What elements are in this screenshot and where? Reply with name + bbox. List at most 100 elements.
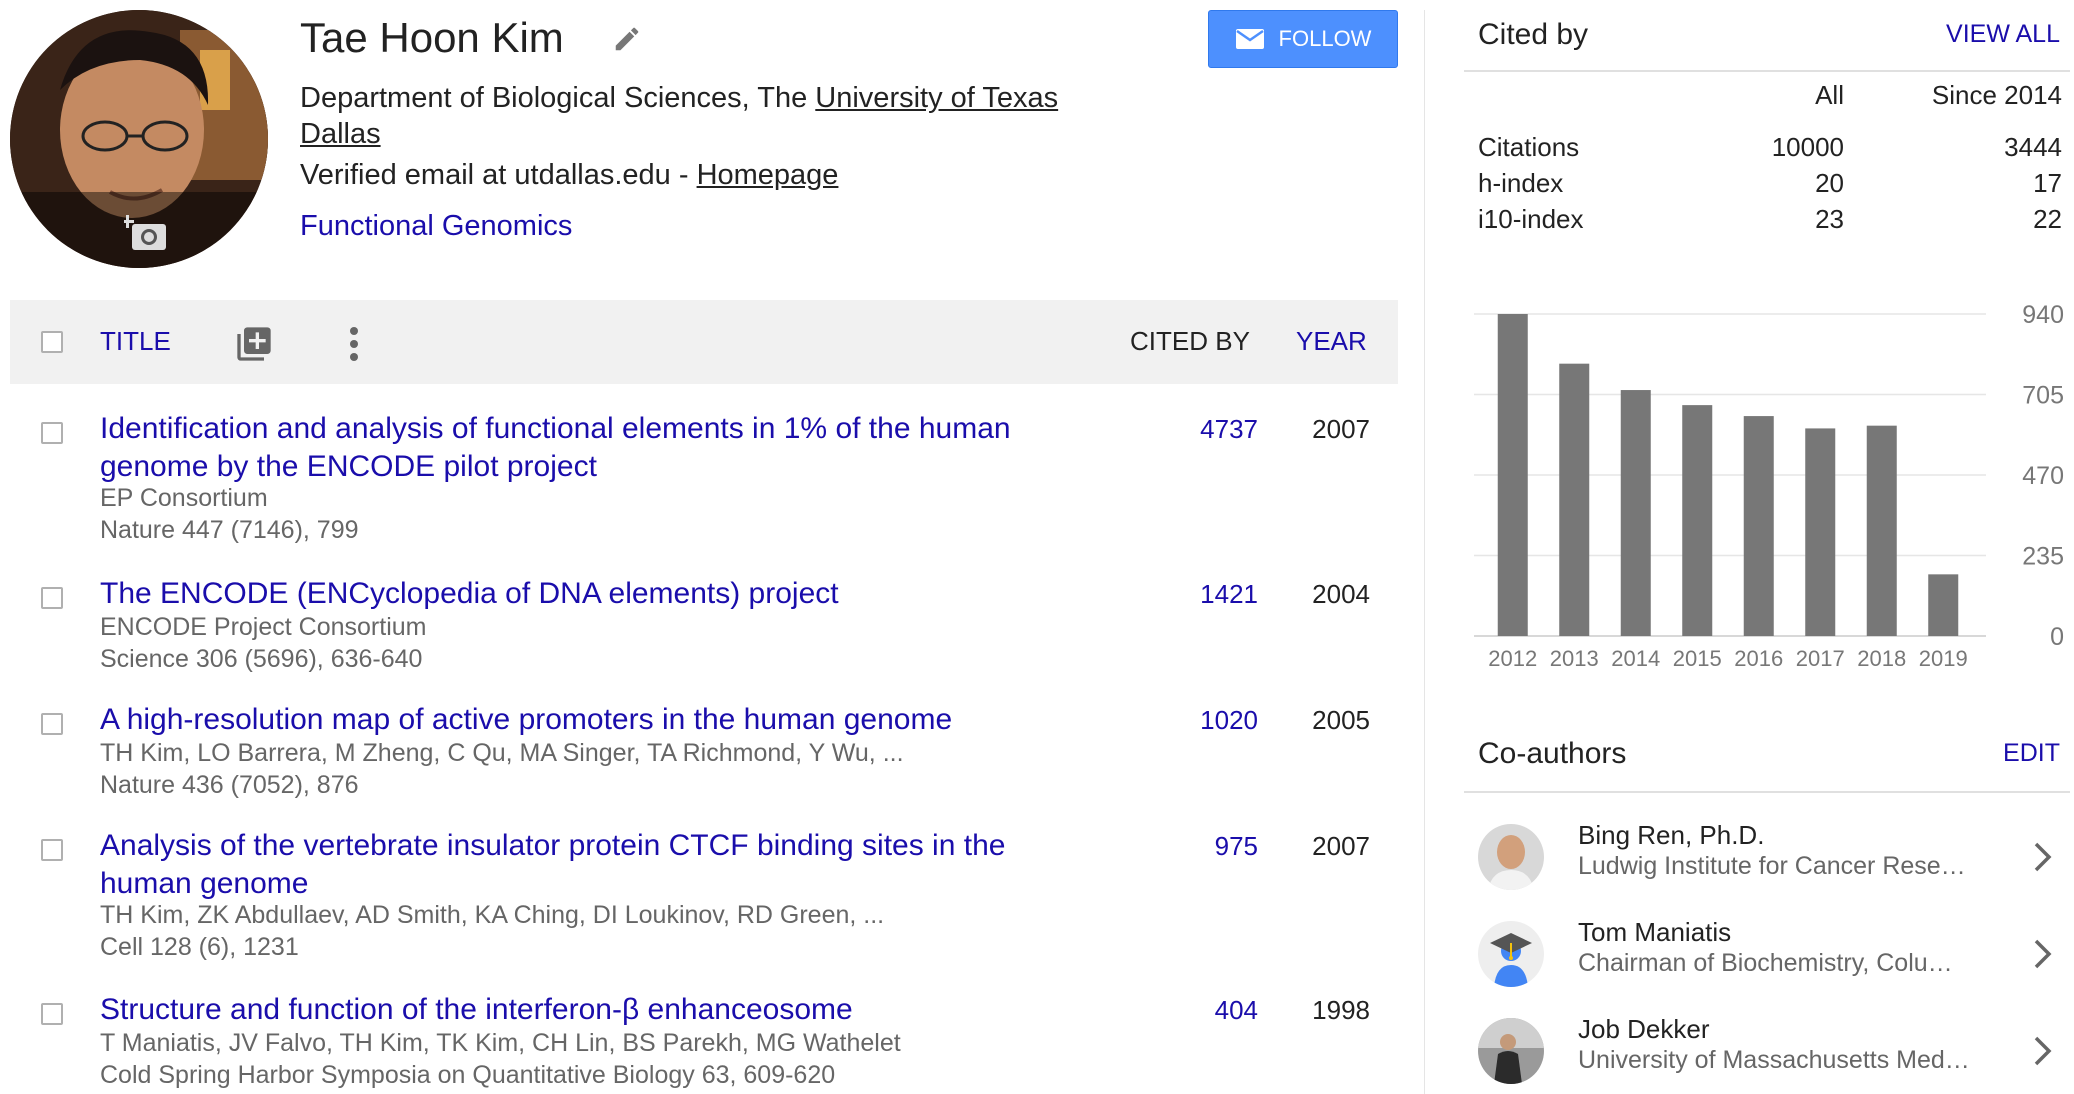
article-venue: Nature 447 (7146), 799 <box>100 516 359 544</box>
x-tick-label: 2018 <box>1857 646 1906 670</box>
follow-label: FOLLOW <box>1278 26 1372 51</box>
coauthors-edit-link[interactable]: EDIT <box>2003 739 2060 768</box>
stat-since: 22 <box>2033 204 2062 234</box>
chevron-right-icon[interactable] <box>2032 1034 2054 1068</box>
article-authors: ENCODE Project Consortium <box>100 613 427 641</box>
column-divider <box>1424 10 1425 1094</box>
article-title[interactable]: Structure and function of the interferon… <box>100 991 1100 1029</box>
profile-email: Verified email at utdallas.edu - Homepag… <box>300 159 838 192</box>
article-checkbox[interactable] <box>41 713 63 735</box>
article-cited-count[interactable]: 404 <box>1215 995 1258 1026</box>
coauthor-avatar <box>1478 824 1544 890</box>
x-tick-label: 2015 <box>1673 646 1722 670</box>
coauthor-name[interactable]: Tom Maniatis <box>1578 917 1731 948</box>
article-row: Analysis of the vertebrate insulator pro… <box>10 827 1398 967</box>
coauthor-name[interactable]: Job Dekker <box>1578 1014 1710 1045</box>
stat-all: 10000 <box>1771 132 1844 162</box>
stat-since: 3444 <box>2004 132 2062 162</box>
coauthor-item[interactable]: Tom Maniatis Chairman of Biochemistry, C… <box>1478 915 2062 995</box>
add-article-icon[interactable] <box>234 324 274 364</box>
article-year: 2004 <box>1312 579 1370 609</box>
chevron-right-icon[interactable] <box>2032 937 2054 971</box>
col-all-header: All <box>1815 80 1844 110</box>
article-cited-count[interactable]: 975 <box>1215 831 1258 862</box>
bar-2015[interactable] <box>1682 405 1713 636</box>
add-photo-icon[interactable] <box>124 212 170 252</box>
article-checkbox[interactable] <box>41 839 63 861</box>
article-cited-count[interactable]: 1421 <box>1200 579 1258 610</box>
article-checkbox[interactable] <box>41 1003 63 1025</box>
coauthor-photo <box>1478 824 1544 890</box>
edit-pencil-icon[interactable] <box>612 24 642 54</box>
bar-2016[interactable] <box>1743 416 1774 636</box>
article-year: 1998 <box>1312 995 1370 1025</box>
bar-2012[interactable] <box>1497 314 1528 636</box>
article-authors: EP Consortium <box>100 484 268 512</box>
article-title[interactable]: A high-resolution map of active promoter… <box>100 701 1100 739</box>
article-title[interactable]: The ENCODE (ENCyclopedia of DNA elements… <box>100 575 1100 613</box>
bar-2014[interactable] <box>1620 390 1651 636</box>
stats-row-citations: Citations 10000 3444 <box>1478 132 2062 168</box>
graduation-cap-avatar-icon <box>1478 921 1544 987</box>
cited-by-header[interactable]: CITED BY <box>1130 326 1250 357</box>
article-title[interactable]: Identification and analysis of functiona… <box>100 410 1100 486</box>
article-title[interactable]: Analysis of the vertebrate insulator pro… <box>100 827 1100 903</box>
y-tick-label: 470 <box>2022 462 2064 490</box>
x-tick-label: 2013 <box>1550 646 1599 670</box>
chevron-right-icon[interactable] <box>2032 840 2054 874</box>
citation-stats-table: All Since 2014 Citations 10000 3444 h-in… <box>1478 80 2062 240</box>
article-venue: Science 306 (5696), 636-640 <box>100 645 423 673</box>
article-checkbox[interactable] <box>41 422 63 444</box>
stat-label: h-index <box>1478 168 1564 198</box>
coauthor-item[interactable]: Job Dekker University of Massachusetts M… <box>1478 1012 2062 1092</box>
x-tick-label: 2012 <box>1488 646 1537 670</box>
coauthor-photo <box>1478 1018 1544 1084</box>
bar-2019[interactable] <box>1928 574 1959 636</box>
x-tick-label: 2017 <box>1796 646 1845 670</box>
article-row: Structure and function of the interferon… <box>10 991 1398 1094</box>
more-options-icon[interactable] <box>344 324 364 364</box>
sort-by-year[interactable]: YEAR <box>1296 326 1367 357</box>
stats-row-i10-index: i10-index 23 22 <box>1478 204 2062 240</box>
coauthor-item[interactable]: Bing Ren, Ph.D. Ludwig Institute for Can… <box>1478 818 2062 898</box>
follow-button[interactable]: FOLLOW <box>1208 10 1398 68</box>
article-venue: Cell 128 (6), 1231 <box>100 933 299 961</box>
homepage-link[interactable]: Homepage <box>697 159 839 191</box>
email-text: Verified email at utdallas.edu - <box>300 159 697 191</box>
sort-by-title[interactable]: TITLE <box>100 326 171 357</box>
article-authors: T Maniatis, JV Falvo, TH Kim, TK Kim, CH… <box>100 1029 901 1057</box>
profile-photo[interactable] <box>10 10 268 268</box>
divider-line <box>1464 70 2070 72</box>
article-year: 2005 <box>1312 705 1370 735</box>
coauthor-name[interactable]: Bing Ren, Ph.D. <box>1578 820 1764 851</box>
stat-label: Citations <box>1478 132 1580 162</box>
y-tick-label: 940 <box>2022 301 2064 329</box>
select-all-checkbox[interactable] <box>41 331 63 353</box>
stats-row-h-index: h-index 20 17 <box>1478 168 2062 204</box>
article-venue: Nature 436 (7052), 876 <box>100 771 359 799</box>
profile-affiliation: Department of Biological Sciences, The U… <box>300 80 1120 152</box>
bar-2018[interactable] <box>1866 425 1897 636</box>
bar-2017[interactable] <box>1805 428 1836 636</box>
article-row: A high-resolution map of active promoter… <box>10 701 1398 811</box>
coauthor-affiliation: Chairman of Biochemistry, Colu… <box>1578 949 1953 977</box>
article-checkbox[interactable] <box>41 587 63 609</box>
x-tick-label: 2019 <box>1919 646 1968 670</box>
article-year: 2007 <box>1312 831 1370 861</box>
stats-header-row: All Since 2014 <box>1478 80 2062 132</box>
col-since-header: Since 2014 <box>1931 80 2062 110</box>
view-all-link[interactable]: VIEW ALL <box>1946 20 2060 49</box>
bar-2013[interactable] <box>1559 363 1590 636</box>
article-cited-count[interactable]: 1020 <box>1200 705 1258 736</box>
affiliation-text: Department of Biological Sciences, The <box>300 82 816 114</box>
stat-label: i10-index <box>1478 204 1584 234</box>
coauthors-title: Co-authors <box>1478 737 1627 770</box>
stat-all: 23 <box>1815 204 1844 234</box>
article-cited-count[interactable]: 4737 <box>1200 414 1258 445</box>
article-year: 2007 <box>1312 414 1370 444</box>
coauthor-avatar <box>1478 1018 1544 1084</box>
articles-table-header: TITLE CITED BY YEAR <box>10 300 1398 384</box>
article-row: Identification and analysis of functiona… <box>10 410 1398 550</box>
research-interest-link[interactable]: Functional Genomics <box>300 210 572 243</box>
article-row: The ENCODE (ENCyclopedia of DNA elements… <box>10 575 1398 685</box>
